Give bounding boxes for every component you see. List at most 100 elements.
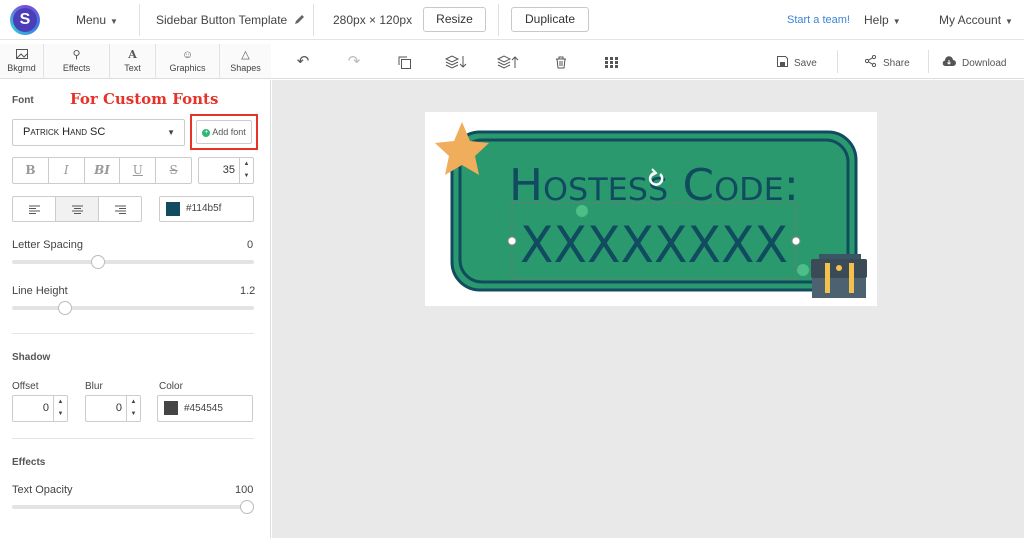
- menu-button[interactable]: Menu ▼: [76, 0, 118, 40]
- align-center-icon: [71, 205, 83, 215]
- pencil-icon: [294, 15, 304, 24]
- tab-background[interactable]: Bkgrnd: [0, 44, 44, 79]
- undo-icon[interactable]: ↶: [293, 44, 313, 79]
- tab-label: Graphics: [169, 63, 206, 73]
- shadow-offset-label: Offset: [12, 381, 39, 392]
- shadow-heading: Shadow: [12, 352, 51, 363]
- align-center-button[interactable]: [56, 197, 99, 221]
- line-height-slider[interactable]: [12, 301, 254, 315]
- shadow-color-label: Color: [159, 381, 183, 392]
- letter-spacing-slider[interactable]: [12, 255, 254, 269]
- chevron-down-icon: ▼: [892, 17, 901, 26]
- text-opacity-value: 100: [235, 484, 254, 496]
- account-menu[interactable]: My Account ▼: [939, 0, 1013, 40]
- stepper-arrows-icon[interactable]: ▲ ▼: [239, 158, 253, 183]
- tab-graphics[interactable]: ☺ Graphics: [156, 44, 220, 79]
- caret-down-icon: ▼: [167, 128, 175, 137]
- redo-icon[interactable]: ↷: [344, 44, 364, 79]
- share-icon: [864, 54, 877, 68]
- bold-italic-button[interactable]: BI: [85, 158, 121, 183]
- grid-icon[interactable]: [601, 44, 621, 79]
- anchor-point: [576, 205, 588, 217]
- resize-button[interactable]: Resize: [423, 7, 486, 32]
- top-bar: S Menu ▼ Sidebar Button Template 280px × …: [0, 0, 1024, 40]
- download-label: Download: [962, 58, 1007, 69]
- artboard[interactable]: Hostess Code: XXXXXXXX: [425, 112, 877, 306]
- align-right-icon: [114, 205, 126, 215]
- help-label: Help: [864, 13, 889, 27]
- bold-button[interactable]: B: [13, 158, 49, 183]
- align-left-button[interactable]: [13, 197, 56, 221]
- save-button[interactable]: Save: [777, 44, 837, 79]
- bring-forward-icon[interactable]: [495, 44, 521, 79]
- text-opacity-slider[interactable]: [12, 500, 254, 514]
- tab-shapes[interactable]: △ Shapes: [220, 44, 271, 79]
- text-color-hex: #114b5f: [186, 203, 222, 214]
- divider: [928, 50, 929, 73]
- shadow-offset-stepper[interactable]: 0 ▲ ▼: [12, 395, 68, 422]
- resize-handle-right[interactable]: [791, 236, 801, 246]
- help-menu[interactable]: Help ▼: [864, 0, 901, 40]
- shadow-blur-label: Blur: [85, 381, 103, 392]
- triangle-icon: △: [241, 49, 250, 61]
- slider-handle[interactable]: [57, 301, 72, 315]
- document-title[interactable]: Sidebar Button Template: [156, 0, 305, 40]
- trash-icon[interactable]: [551, 44, 571, 79]
- shadow-color-swatch[interactable]: [164, 401, 178, 415]
- align-right-button[interactable]: [99, 197, 141, 221]
- download-button[interactable]: Download: [942, 44, 1022, 79]
- briefcase-icon[interactable]: [811, 254, 867, 298]
- underline-button[interactable]: U: [120, 158, 157, 183]
- shadow-offset-value: 0: [42, 402, 49, 414]
- text-icon: A: [128, 48, 137, 61]
- italic-button[interactable]: I: [49, 158, 85, 183]
- shadow-blur-stepper[interactable]: 0 ▲ ▼: [85, 395, 141, 422]
- strikethrough-button[interactable]: S: [156, 158, 191, 183]
- add-font-label: Add font: [212, 127, 246, 137]
- stepper-arrows-icon[interactable]: ▲ ▼: [53, 396, 67, 421]
- slider-handle[interactable]: [90, 255, 105, 269]
- cloud-download-icon: [942, 56, 956, 66]
- tab-text[interactable]: A Text: [110, 44, 156, 79]
- send-backward-icon[interactable]: [443, 44, 469, 79]
- code-text[interactable]: XXXXXXXX: [520, 216, 788, 274]
- font-heading: Font: [12, 95, 34, 106]
- account-label: My Account: [939, 13, 1002, 27]
- text-color-swatch[interactable]: [166, 202, 180, 216]
- shadow-color-field[interactable]: #454545: [157, 395, 253, 422]
- text-align-buttons: [12, 196, 142, 222]
- divider: [139, 4, 140, 36]
- slider-handle[interactable]: [240, 500, 254, 514]
- tab-label: Text: [124, 63, 141, 73]
- menu-label: Menu: [76, 13, 107, 27]
- start-team-link[interactable]: Start a team!: [787, 0, 850, 40]
- font-size-stepper[interactable]: 35 ▲ ▼: [198, 157, 254, 184]
- stepper-arrows-icon[interactable]: ▲ ▼: [126, 396, 140, 421]
- text-opacity-label: Text Opacity: [12, 484, 73, 496]
- add-font-button[interactable]: + Add font: [196, 120, 252, 144]
- duplicate-button[interactable]: Duplicate: [511, 7, 589, 32]
- text-color-field[interactable]: #114b5f: [159, 196, 254, 222]
- shadow-color-hex: #454545: [184, 403, 223, 414]
- add-font-highlight: + Add font: [190, 114, 258, 150]
- tab-effects[interactable]: ⚲ Effects: [44, 44, 110, 79]
- divider: [498, 4, 499, 36]
- font-family-select[interactable]: Patrick Hand SC ▼: [12, 119, 185, 146]
- logo-letter: S: [13, 8, 37, 32]
- font-family-value: Patrick Hand SC: [23, 126, 106, 138]
- copy-icon[interactable]: [394, 44, 414, 79]
- share-button[interactable]: Share: [864, 44, 924, 79]
- action-toolbar: ↶ ↷ Save Share Download: [271, 44, 1024, 79]
- canvas-workspace: Hostess Code: XXXXXXXX: [272, 80, 1024, 538]
- design-graphic: Hostess Code: XXXXXXXX: [435, 122, 867, 298]
- dimensions-readout: 280px × 120px: [333, 13, 413, 27]
- floppy-icon: [777, 56, 788, 67]
- resize-handle-left[interactable]: [507, 236, 517, 246]
- anchor-point: [797, 264, 809, 276]
- font-size-value: 35: [222, 164, 235, 176]
- plus-circle-icon: +: [202, 128, 211, 137]
- chevron-down-icon: ▼: [1005, 17, 1013, 26]
- effects-heading: Effects: [12, 457, 46, 468]
- letter-spacing-label: Letter Spacing: [12, 239, 83, 251]
- app-logo[interactable]: S: [10, 5, 40, 35]
